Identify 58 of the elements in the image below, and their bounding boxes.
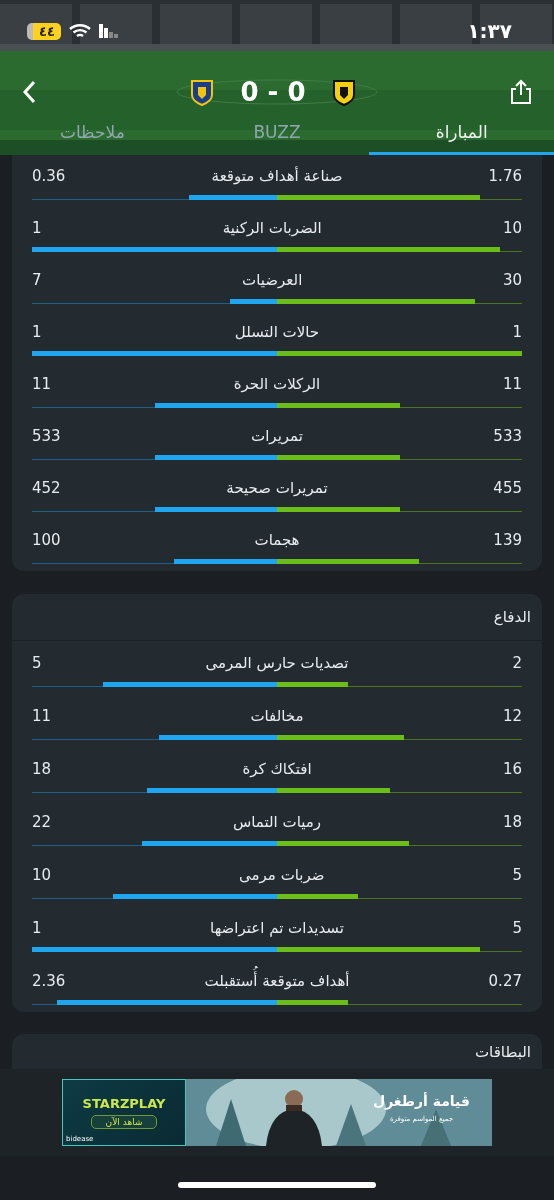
stat-label: رميات التماس: [232, 812, 322, 833]
stat-value: 533: [493, 426, 522, 447]
stat-value: 5: [32, 653, 42, 674]
stat-value: 11: [32, 706, 52, 727]
stat-value: 16: [502, 759, 522, 780]
stat-value: 11: [32, 374, 52, 395]
stat-value: 22: [32, 812, 52, 833]
stat-label: تصديات حارس المرمى: [205, 653, 349, 674]
stat-value: 12: [502, 706, 522, 727]
stat-value: 10: [502, 218, 522, 239]
stat-label: ضربات مرمى: [239, 865, 325, 886]
section-title: الدفاع: [493, 608, 531, 626]
stat-value: 10: [32, 865, 52, 886]
stat-value: 1: [32, 918, 42, 939]
stat-value: 5: [512, 865, 522, 886]
status-time: ١:٣٧: [467, 19, 512, 43]
stat-value: 452: [32, 478, 61, 499]
stat-label: حالات التسلل: [234, 322, 320, 343]
stat-value: 7: [32, 270, 42, 291]
stat-value: 1: [32, 322, 42, 343]
stat-value: 5: [512, 918, 522, 939]
stat-value: 18: [502, 812, 522, 833]
stat-value: 1.76: [488, 166, 522, 187]
stat-label: الضربات الركنية: [222, 218, 322, 239]
shield-icon: [190, 78, 215, 106]
wifi-icon: [68, 23, 91, 39]
stat-value: 1: [512, 322, 522, 343]
stat-label: افتكاك كرة: [242, 759, 312, 780]
stat-value: 139: [493, 530, 522, 551]
stat-value: 11: [502, 374, 522, 395]
ad-headline: قيامة أرطغرل: [373, 1093, 470, 1109]
stat-label: مخالفات: [250, 706, 304, 727]
stat-value: 2: [512, 653, 522, 674]
stat-value: 455: [493, 478, 522, 499]
back-button[interactable]: [22, 80, 36, 104]
stat-label: تسديدات تم اعتراضها: [210, 918, 344, 939]
stat-label: صناعة أهداف متوقعة: [211, 165, 343, 187]
watch-now-button[interactable]: شاهد الآن: [90, 1115, 158, 1129]
stat-value: 0.36: [32, 166, 66, 187]
section-title: البطاقات: [475, 1042, 531, 1061]
stat-value: 533: [32, 426, 61, 447]
stat-value: 100: [32, 530, 61, 551]
stat-value: 30: [502, 270, 522, 291]
stat-label: العرضيات: [242, 270, 303, 291]
stat-label: الركلات الحرة: [233, 374, 321, 395]
stat-label: تمريرات صحيحة: [226, 478, 328, 499]
stat-value: 18: [32, 759, 52, 780]
stat-value: 1: [32, 218, 42, 239]
match-score: 0 - 0: [240, 77, 306, 107]
stat-label: تمريرات: [251, 426, 303, 447]
ad-brand: STARZPLAY: [82, 1096, 166, 1111]
stat-value: 2.36: [32, 971, 66, 992]
signal-icon: [98, 24, 119, 38]
stat-label: أهداف متوقعة أُستقبلت: [204, 966, 350, 994]
stat-value: 0.27: [488, 971, 522, 992]
stat-label: هجمات: [254, 530, 300, 551]
shield-icon: [331, 78, 356, 106]
share-button[interactable]: [510, 79, 532, 105]
